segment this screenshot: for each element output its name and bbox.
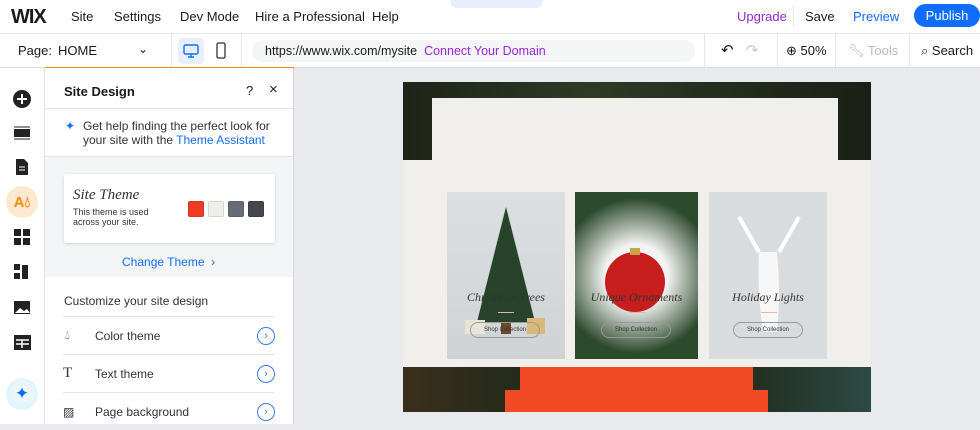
color-swatch xyxy=(248,201,264,217)
row-label: Text theme xyxy=(95,366,154,381)
theme-section: Site Theme This theme is used across you… xyxy=(45,156,293,277)
editor-toolbar: Page: HOME ⌄ https://www.wix.com/mysite … xyxy=(0,33,980,68)
search-label: Search xyxy=(931,43,974,58)
site-canvas[interactable]: Christmas Trees Unique Ornaments Holiday… xyxy=(403,82,871,412)
add-elements-icon[interactable] xyxy=(11,88,33,110)
shop-collection-button[interactable]: Shop Collection xyxy=(733,322,803,338)
theme-title: Site Theme xyxy=(73,187,140,203)
row-label: Color theme xyxy=(95,328,161,343)
business-apps-icon[interactable] xyxy=(11,261,33,283)
menu-hire-professional[interactable]: Hire a Professional xyxy=(255,9,365,24)
chevron-right-icon[interactable]: › xyxy=(257,364,275,383)
color-swatch xyxy=(208,201,224,217)
divider xyxy=(777,34,778,68)
menu-help[interactable]: Help xyxy=(372,9,399,24)
tools-button[interactable]: 🔧︎ Tools xyxy=(848,43,898,59)
text-theme-row[interactable]: T Text theme › xyxy=(63,354,275,392)
divider xyxy=(909,34,910,68)
product-title: Christmas Trees xyxy=(467,290,545,304)
publish-button[interactable]: Publish xyxy=(914,4,980,27)
cms-icon[interactable] xyxy=(11,331,33,353)
row-label: Page background xyxy=(95,404,190,419)
redo-icon[interactable]: ↷ xyxy=(746,41,759,59)
desktop-icon xyxy=(183,44,199,58)
color-swatch xyxy=(228,201,244,217)
page-label: Page: xyxy=(18,43,52,58)
upgrade-link[interactable]: Upgrade xyxy=(737,9,787,24)
shop-collection-button[interactable]: Shop Collection xyxy=(470,322,540,338)
chevron-right-icon: › xyxy=(211,255,216,269)
product-title: Unique Ornaments xyxy=(590,290,683,304)
help-icon[interactable]: ? xyxy=(246,83,253,98)
shop-collection-button[interactable]: Shop Collection xyxy=(601,322,671,338)
menu-settings[interactable]: Settings xyxy=(114,9,161,24)
divider xyxy=(498,312,514,313)
change-theme-link[interactable]: Change Theme › xyxy=(122,255,215,269)
red-banner-base xyxy=(505,390,768,412)
menu-dev-mode[interactable]: Dev Mode xyxy=(180,9,239,24)
panel-title: Site Design xyxy=(64,84,135,99)
divider xyxy=(761,312,777,313)
customize-heading: Customize your site design xyxy=(64,294,209,308)
connect-domain-link[interactable]: Connect Your Domain xyxy=(424,44,546,58)
divider xyxy=(793,6,794,27)
ai-assistant-icon[interactable]: ✦ xyxy=(6,378,38,410)
menu-site[interactable]: Site xyxy=(71,9,93,24)
save-button[interactable]: Save xyxy=(805,9,835,24)
mobile-icon xyxy=(216,42,226,59)
assistant-text: Get help finding the perfect look for yo… xyxy=(83,119,283,147)
desktop-view-button[interactable] xyxy=(178,38,204,64)
undo-icon[interactable]: ↶ xyxy=(721,41,734,59)
color-theme-row[interactable]: 💧︎ Color theme › xyxy=(63,316,275,354)
zoom-button[interactable]: ⊕ 50% xyxy=(786,43,827,59)
close-icon[interactable]: × xyxy=(269,81,278,98)
chevron-right-icon[interactable]: › xyxy=(257,326,275,345)
theme-assistant-link[interactable]: Theme Assistant xyxy=(176,133,265,147)
page-background-row[interactable]: ▨ Page background › xyxy=(63,392,275,430)
site-url: https://www.wix.com/mysite xyxy=(265,44,418,58)
red-banner xyxy=(520,367,753,392)
pages-icon[interactable] xyxy=(11,156,33,178)
site-theme-card[interactable]: Site Theme This theme is used across you… xyxy=(64,174,275,243)
color-swatch xyxy=(188,201,204,217)
chevron-down-icon[interactable]: ⌄ xyxy=(138,42,148,56)
search-button[interactable]: ⌕ Search xyxy=(921,43,973,59)
divider xyxy=(704,34,705,68)
preview-button[interactable]: Preview xyxy=(853,9,899,24)
mobile-view-button[interactable] xyxy=(216,42,226,64)
tools-label: Tools xyxy=(867,43,899,58)
site-design-icon[interactable]: A💧︎ xyxy=(6,186,38,218)
sections-icon[interactable] xyxy=(11,122,33,144)
change-theme-label: Change Theme xyxy=(122,255,205,269)
apps-icon[interactable] xyxy=(11,226,33,248)
left-sidebar: A💧︎ ✦ xyxy=(0,68,45,424)
text-icon: T xyxy=(63,365,73,381)
divider xyxy=(629,312,645,313)
wrench-icon: 🔧︎ xyxy=(848,43,865,58)
droplet-icon: 💧︎ xyxy=(65,328,70,342)
top-bar: WIX Site Settings Dev Mode Hire a Profes… xyxy=(0,0,980,33)
chevron-right-icon[interactable]: › xyxy=(257,402,275,421)
collapse-toggle[interactable] xyxy=(451,0,542,8)
divider xyxy=(241,34,242,68)
search-icon: ⌕ xyxy=(921,43,929,58)
media-icon[interactable] xyxy=(11,296,33,318)
page-selector[interactable]: HOME xyxy=(58,43,97,58)
theme-swatches xyxy=(188,201,264,217)
zoom-level: 50% xyxy=(800,43,827,58)
sparkle-icon: ✦ xyxy=(65,119,76,133)
divider xyxy=(835,34,836,68)
zoom-in-icon: ⊕ xyxy=(786,43,797,58)
divider xyxy=(45,108,293,109)
background-icon: ▨ xyxy=(63,404,75,419)
url-bar[interactable]: https://www.wix.com/mysite Connect Your … xyxy=(252,40,695,62)
site-design-panel: Site Design ? × ✦ Get help finding the p… xyxy=(45,68,294,424)
product-title: Holiday Lights xyxy=(732,290,804,304)
theme-description: This theme is used across your site. xyxy=(73,207,149,227)
canvas-scrollbar[interactable] xyxy=(970,68,980,424)
divider xyxy=(171,34,172,68)
wix-logo[interactable]: WIX xyxy=(11,6,47,29)
